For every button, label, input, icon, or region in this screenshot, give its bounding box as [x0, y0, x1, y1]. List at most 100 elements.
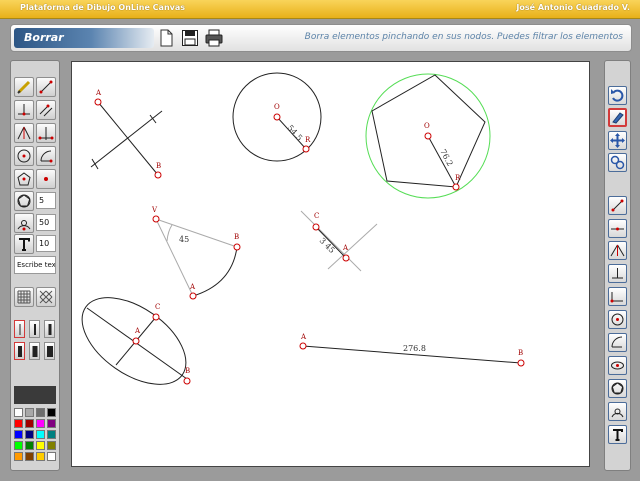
node[interactable]: [312, 223, 320, 231]
stroke-width-3-button[interactable]: [44, 320, 55, 338]
circle-size-input[interactable]: 50: [36, 214, 56, 231]
current-color-preview: [14, 386, 56, 404]
poly-measure: 76.2: [438, 148, 454, 168]
color-swatch[interactable]: [25, 419, 34, 428]
stroke-width-2-button[interactable]: [29, 320, 40, 338]
text-tool-button[interactable]: [14, 234, 34, 254]
color-swatch[interactable]: [25, 452, 34, 461]
color-swatch[interactable]: [14, 441, 23, 450]
bisector-tool-button[interactable]: [14, 123, 34, 143]
title-bar: Plataforma de Dibujo OnLine Canvas José …: [0, 0, 640, 19]
color-swatch[interactable]: [47, 408, 56, 417]
node[interactable]: [94, 98, 102, 106]
filter-mediatrix-button[interactable]: [608, 287, 627, 306]
stroke-dash-1-button[interactable]: [14, 342, 25, 360]
node[interactable]: [189, 292, 197, 300]
mediatrix-tool-button[interactable]: [36, 123, 56, 143]
color-swatch[interactable]: [14, 430, 23, 439]
filter-icon: [610, 155, 625, 170]
color-swatch[interactable]: [47, 441, 56, 450]
filter-ellipse-button[interactable]: [608, 356, 627, 375]
color-swatch[interactable]: [36, 430, 45, 439]
compass-tool-button[interactable]: [14, 213, 34, 233]
move-icon: [610, 133, 625, 148]
filter-line-button[interactable]: [608, 219, 627, 238]
erase-tool-button[interactable]: [608, 108, 627, 127]
parallel-tool-button[interactable]: [36, 100, 56, 120]
regular-polygon-tool-button[interactable]: [14, 191, 34, 211]
color-swatch[interactable]: [36, 408, 45, 417]
undo-button[interactable]: [608, 86, 627, 105]
color-swatch[interactable]: [47, 430, 56, 439]
parallel-icon: [39, 104, 53, 117]
label-r: R: [455, 174, 461, 182]
node[interactable]: [342, 254, 350, 262]
filter-arc-button[interactable]: [608, 333, 627, 352]
grid-button[interactable]: [14, 287, 34, 307]
line-icon: [611, 227, 624, 231]
arc-tool-button[interactable]: [36, 146, 56, 166]
color-swatch[interactable]: [36, 419, 45, 428]
filter-bisector-button[interactable]: [608, 241, 627, 260]
node[interactable]: [302, 145, 310, 153]
stroke-dash-2-button[interactable]: [29, 342, 40, 360]
circle-tool-button[interactable]: [14, 146, 34, 166]
segment-tool-button[interactable]: [36, 77, 56, 97]
save-button[interactable]: [181, 29, 199, 47]
tick-mark: [91, 158, 99, 170]
new-document-button[interactable]: [157, 29, 175, 47]
app-title: Plataforma de Dibujo OnLine Canvas: [20, 3, 186, 12]
move-tool-button[interactable]: [608, 131, 627, 150]
node[interactable]: [152, 215, 160, 223]
filter-segment-button[interactable]: [608, 196, 627, 215]
node[interactable]: [154, 171, 162, 179]
filter-text-button[interactable]: [608, 425, 627, 444]
hatch-grid-button[interactable]: [36, 287, 56, 307]
hatch-grid-icon: [39, 290, 53, 304]
node[interactable]: [273, 113, 281, 121]
color-swatch[interactable]: [14, 419, 23, 428]
color-swatch[interactable]: [36, 441, 45, 450]
font-size-input[interactable]: 10: [36, 235, 56, 252]
node[interactable]: [517, 359, 525, 367]
filter-compass-button[interactable]: [608, 402, 627, 421]
drawing-canvas[interactable]: A B O R 54.5 O R 76.2 V B A 45 C A 3 45 …: [71, 61, 590, 467]
print-button[interactable]: [205, 29, 223, 47]
node[interactable]: [152, 313, 160, 321]
author-name: José Antonio Cuadrado V.: [516, 3, 630, 12]
filter-perpendicular-button[interactable]: [608, 264, 627, 283]
node[interactable]: [183, 377, 191, 385]
circle-icon: [17, 149, 31, 163]
polygon-sides-input[interactable]: 5: [36, 192, 56, 209]
color-swatch[interactable]: [47, 452, 56, 461]
pencil-tool-button[interactable]: [14, 77, 34, 97]
filter-circle-button[interactable]: [608, 310, 627, 329]
filter-polygon-button[interactable]: [608, 379, 627, 398]
color-swatch[interactable]: [47, 419, 56, 428]
polygon-icon: [17, 172, 31, 186]
polygon-tool-button[interactable]: [14, 169, 34, 189]
compass-icon: [611, 408, 624, 418]
color-swatch[interactable]: [25, 441, 34, 450]
color-swatch[interactable]: [14, 408, 23, 417]
color-swatch[interactable]: [25, 408, 34, 417]
node[interactable]: [452, 183, 460, 191]
drawing-svg: A B O R 54.5 O R 76.2 V B A 45 C A 3 45 …: [81, 72, 525, 385]
perpendicular-tool-button[interactable]: [14, 100, 34, 120]
node[interactable]: [233, 243, 241, 251]
undo-icon: [611, 89, 624, 102]
color-swatch[interactable]: [14, 452, 23, 461]
node[interactable]: [132, 337, 140, 345]
point-tool-button[interactable]: [36, 169, 56, 189]
filter-tool-button[interactable]: [608, 153, 627, 172]
stroke-width-1-button[interactable]: [14, 320, 25, 338]
text-input[interactable]: Escribe texto: [14, 256, 56, 274]
angle-measure: 45: [179, 235, 189, 244]
label-v: V: [151, 206, 158, 214]
node[interactable]: [299, 342, 307, 350]
node[interactable]: [424, 132, 432, 140]
stroke-dash-3-button[interactable]: [44, 342, 55, 360]
color-swatch[interactable]: [25, 430, 34, 439]
color-swatch[interactable]: [36, 452, 45, 461]
pentagon: [371, 74, 486, 188]
